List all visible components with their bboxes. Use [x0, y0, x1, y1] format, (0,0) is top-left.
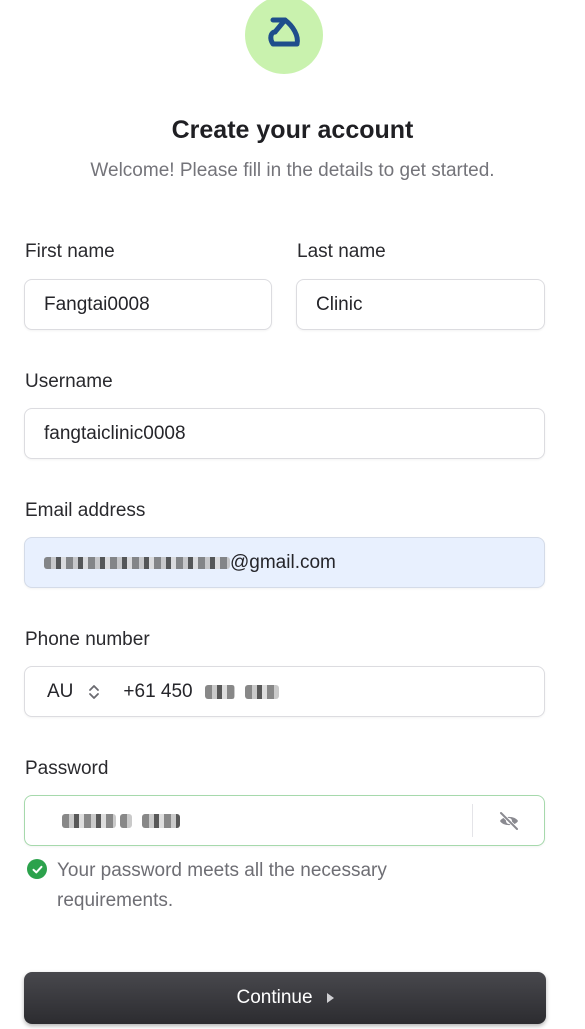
phone-label: Phone number: [25, 629, 150, 650]
toggle-password-visibility-button[interactable]: [472, 804, 544, 837]
first-name-label: First name: [25, 241, 115, 262]
country-code: AU: [47, 680, 74, 702]
password-redacted-3: [142, 813, 180, 828]
password-validation-message: Your password meets all the necessary re…: [27, 856, 467, 916]
password-redacted-2: [120, 813, 132, 828]
logo-mark-icon: [268, 17, 300, 47]
continue-label: Continue: [236, 987, 313, 1008]
phone-redacted-1: [204, 684, 235, 699]
username-field[interactable]: fangtaiclinic0008: [24, 408, 545, 459]
password-label: Password: [25, 758, 109, 779]
email-field[interactable]: @gmail.com: [24, 537, 545, 588]
eye-slash-icon: [498, 810, 519, 831]
phone-field[interactable]: AU +61 450: [24, 666, 545, 717]
last-name-value: Clinic: [316, 293, 363, 315]
last-name-field[interactable]: Clinic: [296, 279, 545, 330]
last-name-label: Last name: [297, 241, 386, 262]
country-select[interactable]: AU: [47, 681, 101, 703]
email-value-suffix: @gmail.com: [230, 551, 336, 573]
username-value: fangtaiclinic0008: [44, 422, 186, 444]
continue-button[interactable]: Continue: [24, 972, 546, 1024]
check-circle-icon: [27, 859, 47, 879]
password-validation-text: Your password meets all the necessary re…: [57, 860, 387, 911]
password-field[interactable]: [24, 795, 545, 846]
phone-prefix: +61 450: [123, 680, 193, 702]
first-name-field[interactable]: Fangtai0008: [24, 279, 272, 330]
sign-up-page: Create your account Welcome! Please fill…: [0, 0, 585, 1029]
username-label: Username: [25, 371, 113, 392]
chevron-up-down-icon: [89, 684, 100, 699]
email-redacted: [44, 556, 230, 569]
page-title: Create your account: [171, 116, 414, 144]
email-label: Email address: [25, 500, 146, 521]
app-logo: [245, 0, 323, 74]
play-icon: [326, 993, 334, 1003]
phone-redacted-2: [244, 684, 279, 699]
password-redacted-1: [62, 813, 116, 828]
first-name-value: Fangtai0008: [44, 293, 150, 315]
page-subtitle: Welcome! Please fill in the details to g…: [90, 160, 495, 181]
